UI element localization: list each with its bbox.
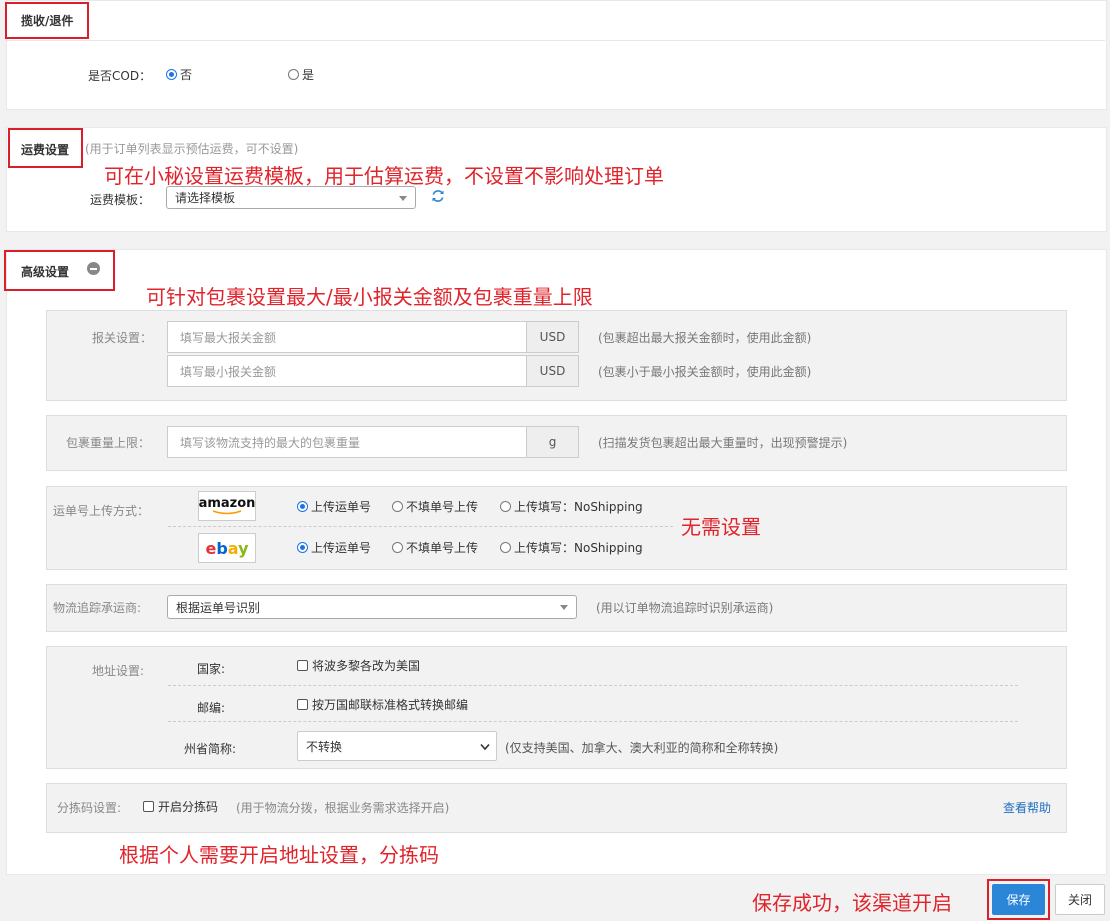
zip-checkbox[interactable]: 按万国邮联标准格式转换邮编 <box>297 696 468 713</box>
receive-panel <box>6 0 1107 110</box>
cod-option-yes[interactable]: 是 <box>288 66 314 83</box>
amazon-logo: amazon <box>198 491 256 521</box>
shipping-subtitle: (用于订单列表显示预估运费，可不设置) <box>85 142 299 156</box>
close-button[interactable]: 关闭 <box>1055 884 1105 915</box>
declare-min-input[interactable]: 填写最小报关金额 <box>167 355 527 387</box>
zip-option-label: 按万国邮联标准格式转换邮编 <box>312 698 469 712</box>
amazon-opt-nonumber[interactable]: 不填单号上传 <box>392 498 478 515</box>
country-label: 国家: <box>197 662 226 676</box>
amazon-opt-nonumber-label: 不填单号上传 <box>406 500 479 514</box>
carrier-hint: (用以订单物流追踪时识别承运商) <box>596 601 774 615</box>
shipping-template-label: 运费模板： <box>90 193 151 207</box>
amazon-logo-text: amazon <box>198 496 256 511</box>
ebay-opt-upload-label: 上传运单号 <box>311 541 372 555</box>
carrier-value: 根据运单号识别 <box>176 600 261 615</box>
declare-max-input[interactable]: 填写最大报关金额 <box>167 321 527 353</box>
tracking-divider <box>168 526 673 527</box>
declare-max-hint: (包裹超出最大报关金额时，使用此金额) <box>598 331 812 345</box>
cod-option-yes-label: 是 <box>302 68 315 82</box>
amazon-opt-noshipping-label: 上传填写：NoShipping <box>514 500 643 514</box>
ebay-opt-nonumber-label: 不填单号上传 <box>406 541 479 555</box>
radio-unchecked-icon <box>500 542 511 553</box>
checkbox-icon <box>143 801 154 812</box>
refresh-icon[interactable] <box>430 188 446 204</box>
shipping-template-value: 请选择模板 <box>175 191 236 205</box>
receive-header-divider <box>6 40 1105 41</box>
address-divider-2 <box>168 721 1018 722</box>
declare-min-unit: USD <box>527 355 579 387</box>
radio-unchecked-icon <box>500 501 511 512</box>
address-annotation: 根据个人需要开启地址设置，分拣码 <box>119 843 439 867</box>
cod-label: 是否COD： <box>88 69 152 83</box>
ebay-opt-noshipping[interactable]: 上传填写：NoShipping <box>500 539 643 556</box>
weight-label: 包裹重量上限： <box>66 436 151 450</box>
ebay-logo: ebay <box>198 533 256 563</box>
amazon-opt-noshipping[interactable]: 上传填写：NoShipping <box>500 498 643 515</box>
save-annotation: 保存成功，该渠道开启 <box>752 891 952 915</box>
declare-min-hint: (包裹小于最小报关金额时，使用此金额) <box>598 365 812 379</box>
address-divider-1 <box>168 685 1018 686</box>
collapse-icon[interactable] <box>87 262 100 275</box>
tracking-annotation: 无需设置 <box>681 515 761 539</box>
carrier-select[interactable]: 根据运单号识别 <box>167 595 577 619</box>
weight-hint: (扫描发货包裹超出最大重量时，出现预警提示) <box>598 436 848 450</box>
ebay-opt-noshipping-label: 上传填写：NoShipping <box>514 541 643 555</box>
state-select[interactable]: 不转换 <box>297 731 497 761</box>
save-button[interactable]: 保存 <box>992 884 1045 915</box>
radio-unchecked-icon <box>392 542 403 553</box>
state-value: 不转换 <box>306 739 343 754</box>
declare-max-unit: USD <box>527 321 579 353</box>
amazon-opt-upload-label: 上传运单号 <box>311 500 372 514</box>
cod-option-no[interactable]: 否 <box>166 66 192 83</box>
sortcode-option-label: 开启分拣码 <box>158 800 219 814</box>
radio-unchecked-icon <box>288 69 299 80</box>
advanced-annotation: 可针对包裹设置最大/最小报关金额及包裹重量上限 <box>146 285 593 309</box>
shipping-template-select[interactable]: 请选择模板 <box>166 186 416 209</box>
shipping-annotation: 可在小秘设置运费模板，用于估算运费，不设置不影响处理订单 <box>104 164 664 188</box>
tracking-label: 运单号上传方式： <box>53 504 150 518</box>
checkbox-icon <box>297 660 308 671</box>
radio-unchecked-icon <box>392 501 403 512</box>
chevron-down-icon <box>560 605 568 610</box>
state-hint: (仅支持美国、加拿大、澳大利亚的简称和全称转换) <box>505 741 779 755</box>
ebay-opt-nonumber[interactable]: 不填单号上传 <box>392 539 478 556</box>
weight-input[interactable]: 填写该物流支持的最大的包裹重量 <box>167 426 527 458</box>
carrier-label: 物流追踪承运商: <box>53 601 142 615</box>
receive-title: 揽收/退件 <box>21 14 74 28</box>
ebay-logo-text: ebay <box>205 538 249 558</box>
sortcode-checkbox[interactable]: 开启分拣码 <box>143 798 218 815</box>
checkbox-icon <box>297 699 308 710</box>
ebay-opt-upload[interactable]: 上传运单号 <box>297 539 371 556</box>
radio-checked-icon <box>297 501 308 512</box>
sortcode-hint: (用于物流分拨，根据业务需求选择开启) <box>236 801 450 815</box>
declare-label: 报关设置： <box>92 331 153 345</box>
chevron-down-icon <box>480 743 490 751</box>
country-option-label: 将波多黎各改为美国 <box>312 659 421 673</box>
amazon-opt-upload[interactable]: 上传运单号 <box>297 498 371 515</box>
chevron-down-icon <box>399 195 407 201</box>
cod-option-no-label: 否 <box>180 68 193 82</box>
weight-unit: g <box>527 426 579 458</box>
sortcode-label: 分拣码设置: <box>57 801 122 815</box>
advanced-title: 高级设置 <box>21 265 70 279</box>
zip-label: 邮编: <box>197 701 226 715</box>
country-checkbox[interactable]: 将波多黎各改为美国 <box>297 657 420 674</box>
radio-checked-icon <box>297 542 308 553</box>
radio-checked-icon <box>166 69 177 80</box>
address-label: 地址设置: <box>92 664 145 678</box>
shipping-title: 运费设置 <box>21 143 70 157</box>
amazon-smile-icon <box>212 510 242 515</box>
state-label: 州省简称: <box>184 742 237 756</box>
help-link[interactable]: 查看帮助 <box>1003 799 1051 816</box>
